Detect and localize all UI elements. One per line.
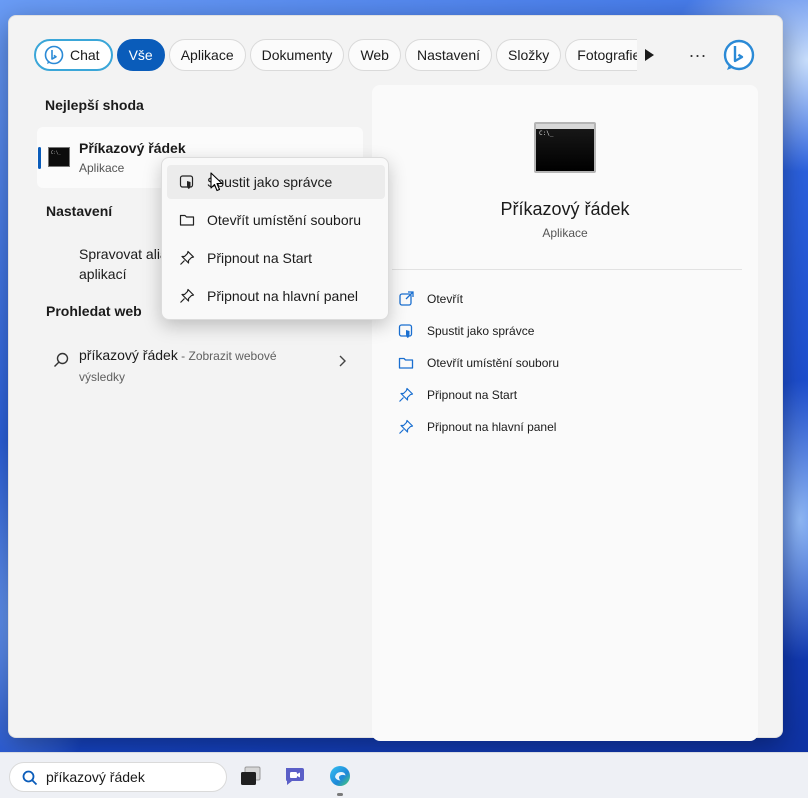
action-run-as-admin[interactable]: Spustit jako správce [398, 321, 534, 341]
selection-indicator [38, 147, 41, 169]
folder-icon [179, 214, 195, 226]
context-menu-pin-to-taskbar[interactable]: Připnout na hlavní panel [167, 279, 385, 313]
chat-chip[interactable]: Chat [34, 39, 113, 71]
bing-icon[interactable] [722, 38, 756, 72]
taskbar-search-text: příkazový řádek [46, 769, 145, 785]
action-pin-to-taskbar[interactable]: Připnout na hlavní panel [398, 417, 556, 437]
action-pin-to-start[interactable]: Připnout na Start [398, 385, 517, 405]
teams-chat-icon[interactable] [283, 764, 307, 788]
start-search-panel: Chat Vše Aplikace Dokumenty Web Nastaven… [8, 15, 783, 741]
action-pin-to-taskbar-label: Připnout na hlavní panel [427, 420, 557, 434]
filter-chips: Chat Vše Aplikace Dokumenty Web Nastaven… [34, 39, 641, 71]
more-options-button[interactable]: ... [689, 41, 707, 62]
action-open-label: Otevřít [427, 292, 464, 306]
task-view-icon[interactable] [239, 764, 263, 788]
settings-result-line2: aplikací [79, 266, 127, 282]
detail-app-name: Příkazový řádek [500, 199, 630, 219]
pin-icon [399, 387, 414, 402]
shield-icon [398, 324, 413, 338]
context-menu-run-as-admin[interactable]: Spustit jako správce [167, 165, 385, 199]
best-match-name: Příkazový řádek [79, 140, 186, 156]
filter-chip-web[interactable]: Web [348, 39, 401, 71]
filter-chip-all[interactable]: Vše [116, 39, 165, 71]
action-open[interactable]: Otevřít [398, 289, 463, 309]
context-menu-open-file-location-label: Otevřít umístění souboru [207, 212, 362, 228]
action-open-file-location-label: Otevřít umístění souboru [427, 356, 560, 370]
taskbar-search-box[interactable]: příkazový řádek [9, 762, 227, 792]
bing-chat-icon [44, 45, 64, 65]
edge-browser-icon[interactable] [328, 764, 352, 788]
filter-chip-photos[interactable]: Fotografie [565, 39, 638, 71]
scroll-right-arrow-icon[interactable] [642, 47, 656, 63]
command-prompt-icon [48, 147, 70, 167]
web-search-heading: Prohledat web [46, 303, 142, 319]
chevron-right-icon [339, 355, 346, 367]
folder-icon [398, 357, 414, 369]
best-match-heading: Nejlepší shoda [45, 97, 144, 113]
filter-chip-folders[interactable]: Složky [496, 39, 562, 71]
action-open-file-location[interactable]: Otevřít umístění souboru [398, 353, 559, 373]
web-search-result[interactable]: příkazový řádek - Zobrazit webové výsled… [37, 341, 363, 391]
context-menu-pin-to-start[interactable]: Připnout na Start [167, 241, 385, 275]
detail-divider [392, 269, 742, 270]
action-pin-to-start-label: Připnout na Start [427, 388, 518, 402]
detail-app-type: Aplikace [542, 226, 588, 240]
detail-pane: Příkazový řádek Aplikace Otevřít Spustit… [372, 85, 758, 741]
mouse-cursor-icon [210, 172, 223, 192]
web-search-query: příkazový řádek [79, 347, 178, 363]
context-menu-pin-to-start-label: Připnout na Start [207, 250, 313, 266]
pin-icon [180, 288, 195, 303]
pin-icon [180, 250, 195, 265]
context-menu: Spustit jako správce Otevřít umístění so… [161, 157, 389, 320]
filter-chip-settings[interactable]: Nastavení [404, 39, 493, 71]
pin-icon [399, 419, 414, 434]
edge-running-indicator [337, 793, 343, 796]
chat-chip-label: Chat [70, 47, 100, 63]
taskbar: příkazový řádek [0, 752, 808, 798]
search-icon [54, 352, 69, 367]
settings-result-item[interactable]: Spravovat alia aplikací [79, 244, 169, 284]
context-menu-pin-to-taskbar-label: Připnout na hlavní panel [207, 288, 358, 304]
filter-chip-documents[interactable]: Dokumenty [249, 39, 345, 71]
web-search-text: příkazový řádek - Zobrazit webové výsled… [79, 345, 304, 387]
settings-heading: Nastavení [46, 203, 113, 219]
best-match-type: Aplikace [79, 161, 125, 175]
open-external-icon [399, 291, 414, 306]
settings-result-line1: Spravovat alia [79, 246, 168, 262]
context-menu-open-file-location[interactable]: Otevřít umístění souboru [167, 203, 385, 237]
action-run-as-admin-label: Spustit jako správce [427, 324, 535, 338]
context-menu-run-as-admin-label: Spustit jako správce [207, 174, 333, 190]
shield-icon [179, 175, 194, 189]
command-prompt-large-icon [534, 122, 596, 173]
search-icon [22, 770, 38, 786]
filter-chip-apps[interactable]: Aplikace [168, 39, 246, 71]
